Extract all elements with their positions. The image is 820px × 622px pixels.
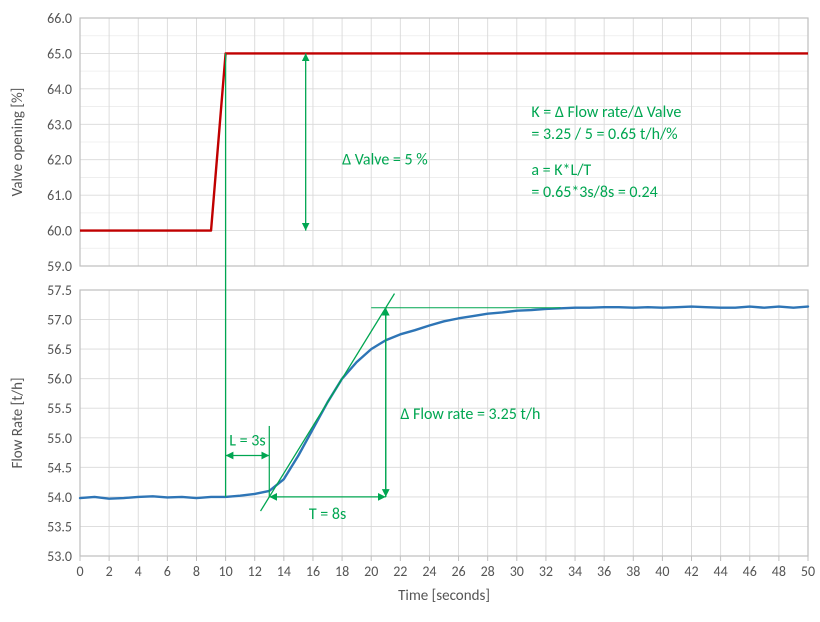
x-tick-label: 46 bbox=[743, 563, 757, 580]
x-tick-label: 40 bbox=[655, 563, 669, 580]
y2-tick-label: 53.5 bbox=[47, 518, 72, 535]
x-tick-label: 48 bbox=[772, 563, 786, 580]
x-tick-label: 32 bbox=[539, 563, 553, 580]
x-tick-label: 42 bbox=[684, 563, 698, 580]
x-tick-label: 44 bbox=[714, 563, 728, 580]
x-tick-label: 28 bbox=[481, 563, 495, 580]
a-formula-2: = 0.65*3s/8s = 0.24 bbox=[531, 183, 657, 202]
y2-tick-label: 55.0 bbox=[47, 430, 72, 447]
y1-tick-label: 61.0 bbox=[47, 187, 72, 204]
flow-response-line bbox=[80, 307, 808, 499]
y2-tick-label: 57.0 bbox=[47, 312, 72, 329]
x-tick-label: 16 bbox=[306, 563, 320, 580]
y2-tick-label: 57.5 bbox=[47, 282, 72, 299]
x-tick-label: 22 bbox=[393, 563, 407, 580]
x-tick-label: 20 bbox=[364, 563, 378, 580]
y1-axis-label: Valve opening [%] bbox=[9, 88, 27, 197]
tangent-line bbox=[261, 294, 395, 512]
y2-tick-label: 56.0 bbox=[47, 371, 72, 388]
y1-tick-label: 66.0 bbox=[47, 10, 72, 27]
x-tick-label: 26 bbox=[451, 563, 465, 580]
x-tick-label: 18 bbox=[335, 563, 349, 580]
l-label: L = 3s bbox=[229, 432, 265, 451]
x-tick-label: 12 bbox=[248, 563, 262, 580]
x-tick-label: 14 bbox=[277, 563, 291, 580]
chart-container: 59.0 60.0 61.0 62.0 63.0 64.0 65.0 66.0 53.0 53.5… bbox=[0, 0, 820, 622]
x-tick-label: 2 bbox=[106, 563, 113, 580]
a-formula-1: a = K*L/T bbox=[531, 161, 591, 180]
y2-tick-label: 54.0 bbox=[47, 489, 72, 506]
y2-tick-label: 54.5 bbox=[47, 459, 72, 476]
y2-tick-label: 55.5 bbox=[47, 400, 72, 417]
x-tick-label: 6 bbox=[164, 563, 171, 580]
x-tick-label: 36 bbox=[597, 563, 611, 580]
x-tick-label: 24 bbox=[422, 563, 436, 580]
k-formula-1: K = Δ Flow rate/Δ Valve bbox=[531, 103, 681, 122]
x-axis-label: Time [seconds] bbox=[398, 587, 490, 605]
y1-tick-label: 64.0 bbox=[47, 81, 72, 98]
t-label: T = 8s bbox=[309, 505, 346, 524]
y2-tick-label: 53.0 bbox=[47, 548, 72, 565]
y1-tick-label: 62.0 bbox=[47, 152, 72, 169]
process-step-response-chart: 59.0 60.0 61.0 62.0 63.0 64.0 65.0 66.0 53.0 53.5… bbox=[0, 0, 820, 622]
x-tick-label: 34 bbox=[568, 563, 582, 580]
delta-valve-label: Δ Valve = 5 % bbox=[342, 151, 428, 170]
x-tick-label: 8 bbox=[193, 563, 200, 580]
y1-tick-label: 65.0 bbox=[47, 45, 72, 62]
x-tick-label: 38 bbox=[626, 563, 640, 580]
y2-axis-label: Flow Rate [t/h] bbox=[9, 377, 27, 468]
x-tick-label: 0 bbox=[76, 563, 83, 580]
x-tick-label: 30 bbox=[510, 563, 524, 580]
x-tick-label: 10 bbox=[218, 563, 232, 580]
delta-flow-label: Δ Flow rate = 3.25 t/h bbox=[400, 405, 540, 424]
y1-tick-label: 59.0 bbox=[47, 258, 72, 275]
x-tick-label: 50 bbox=[801, 563, 815, 580]
k-formula-2: = 3.25 / 5 = 0.65 t/h/% bbox=[531, 125, 677, 144]
y2-tick-label: 56.5 bbox=[47, 341, 72, 358]
y1-tick-label: 63.0 bbox=[47, 116, 72, 133]
x-tick-label: 4 bbox=[135, 563, 142, 580]
y1-tick-label: 60.0 bbox=[47, 223, 72, 240]
